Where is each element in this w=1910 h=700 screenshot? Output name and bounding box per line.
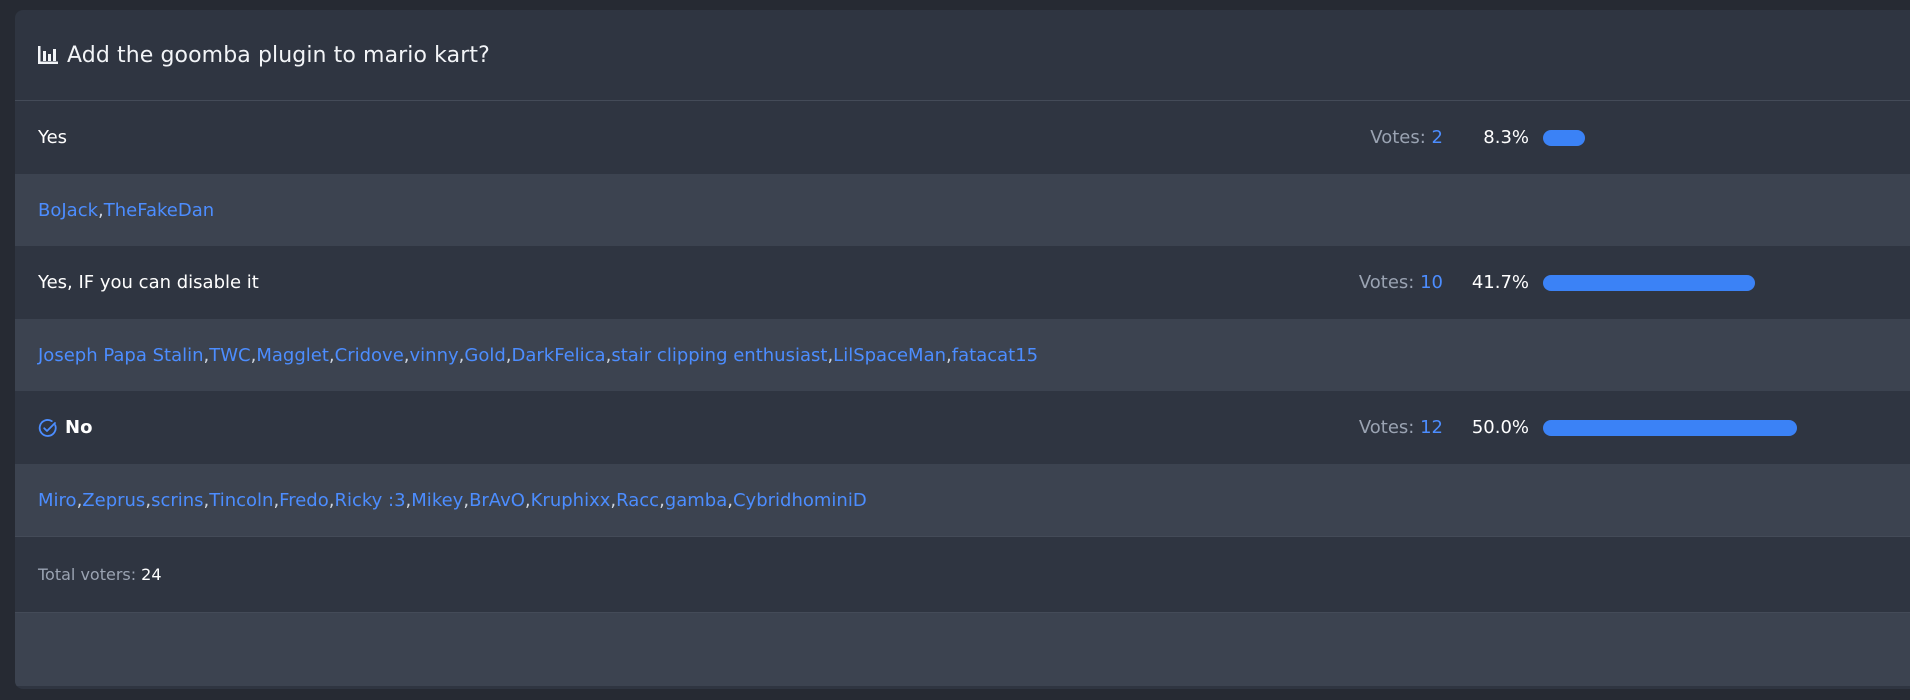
vote-count: Votes: 12 [1358,417,1443,438]
voter-link[interactable]: BrAvO [469,490,525,511]
poll-footer [15,613,1910,686]
option-label-text: No [65,417,93,438]
vote-bar-fill [1543,129,1585,146]
option-label: Yes, IF you can disable it [38,272,259,293]
voter-link[interactable]: CybridhominiD [733,490,867,511]
bar-chart-icon [38,46,58,64]
poll-option-yes-if-disable[interactable]: Yes, IF you can disable it Votes: 10 41.… [15,246,1910,319]
check-circle-icon [38,418,58,438]
voter-link[interactable]: Zeprus [82,490,145,511]
voter-link[interactable]: Joseph Papa Stalin [38,345,204,366]
voter-link[interactable]: BoJack [38,200,98,221]
voter-link[interactable]: Kruphixx [531,490,611,511]
voter-link[interactable]: gamba [665,490,727,511]
total-voters: Total voters: 24 [15,536,1910,613]
option-label: Yes [38,127,68,148]
vote-count-number[interactable]: 2 [1432,127,1443,148]
vote-bar [1543,274,1910,291]
total-voters-label: Total voters: [38,565,137,584]
option-stats: Votes: 12 50.0% [1303,391,1910,464]
voter-link[interactable]: Miro [38,490,77,511]
voter-link[interactable]: TWC [209,345,250,366]
vote-percent: 8.3% [1483,127,1529,148]
vote-count: Votes: 2 [1370,127,1443,148]
vote-count-number[interactable]: 12 [1420,417,1443,438]
voter-link[interactable]: Ricky :3 [334,490,405,511]
voter-link[interactable]: DarkFelica [512,345,606,366]
vote-bar [1543,419,1910,436]
poll-card: Add the goomba plugin to mario kart? Yes… [15,10,1910,689]
vote-bar-fill [1543,419,1797,436]
voter-link[interactable]: stair clipping enthusiast [611,345,827,366]
voter-link[interactable]: Racc [616,490,659,511]
vote-bar-fill [1543,274,1755,291]
vote-percent: 50.0% [1471,417,1529,438]
poll-option-yes[interactable]: Yes Votes: 2 8.3% [15,101,1910,174]
voters-list: Joseph Papa Stalin, TWC, Magglet, Cridov… [15,319,1910,391]
option-label-chosen: No [38,417,92,438]
voter-link[interactable]: LilSpaceMan [833,345,946,366]
poll-option-no[interactable]: No Votes: 12 50.0% [15,391,1910,464]
voter-link[interactable]: fatacat15 [952,345,1038,366]
voter-link[interactable]: Magglet [256,345,329,366]
voter-link[interactable]: Tincoln [209,490,273,511]
voter-link[interactable]: scrins [151,490,203,511]
voter-link[interactable]: Cridove [335,345,404,366]
poll-header: Add the goomba plugin to mario kart? [15,10,1910,101]
voters-list: Miro, Zeprus, scrins, Tincoln, Fredo, Ri… [15,464,1910,536]
vote-bar [1543,129,1910,146]
voter-link[interactable]: Gold [464,345,505,366]
poll-title: Add the goomba plugin to mario kart? [67,42,490,68]
voter-link[interactable]: TheFakeDan [104,200,214,221]
vote-percent: 41.7% [1471,272,1529,293]
voter-link[interactable]: Fredo [279,490,329,511]
voter-link[interactable]: vinny [410,345,459,366]
voter-link[interactable]: Mikey [411,490,463,511]
total-voters-count: 24 [141,565,162,584]
option-stats: Votes: 10 41.7% [1303,246,1910,319]
option-stats: Votes: 2 8.3% [1303,101,1910,174]
vote-count: Votes: 10 [1358,272,1443,293]
voters-list: BoJack, TheFakeDan [15,174,1910,246]
vote-count-number[interactable]: 10 [1420,272,1443,293]
